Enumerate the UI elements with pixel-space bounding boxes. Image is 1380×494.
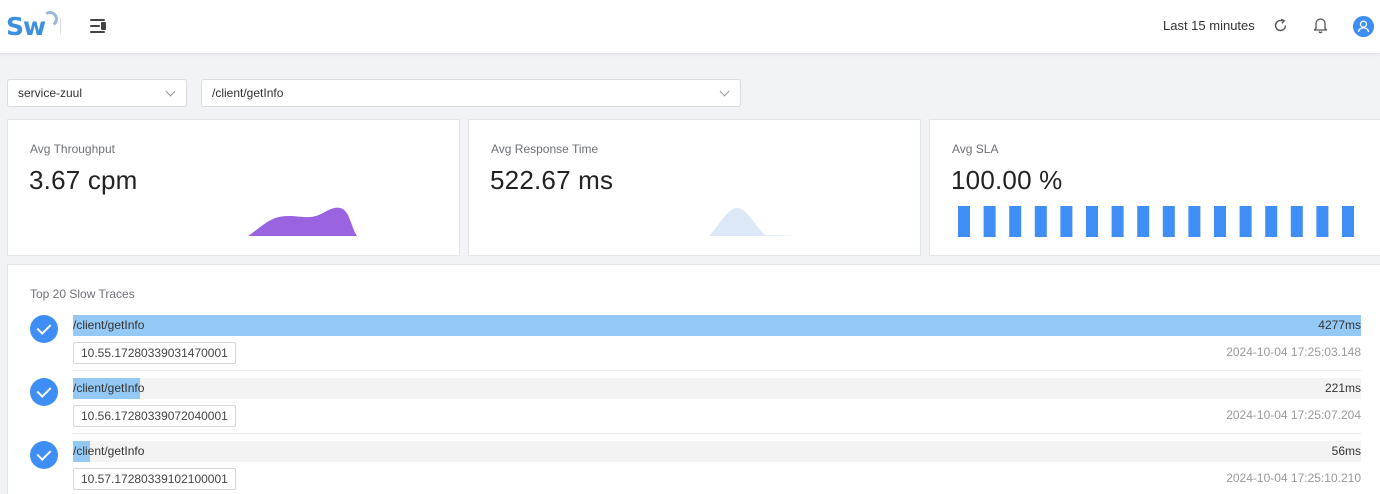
- logo[interactable]: Sw: [6, 9, 60, 43]
- trace-id-tag[interactable]: 10.56.17280339072040001: [73, 405, 236, 427]
- sla-bar: [1086, 206, 1098, 237]
- trace-duration: 56ms: [1331, 444, 1361, 458]
- chevron-down-icon: [719, 86, 730, 97]
- throughput-card: Avg Throughput 3.67 cpm: [7, 119, 460, 256]
- sla-bar: [958, 206, 970, 237]
- divider: [60, 18, 61, 34]
- menu-toggle-icon[interactable]: [87, 15, 109, 37]
- trace-endpoint: /client/getInfo: [73, 381, 145, 395]
- trace-duration: 4277ms: [1318, 318, 1361, 332]
- service-select-value: service-zuul: [18, 86, 83, 100]
- throughput-sparkline: [248, 207, 357, 236]
- slow-traces-panel: Top 20 Slow Traces /client/getInfo 4277m…: [7, 264, 1380, 494]
- trace-id-tag[interactable]: 10.55.17280339031470001: [73, 342, 236, 364]
- trace-bar[interactable]: /client/getInfo 56ms: [73, 441, 1361, 462]
- top-bar: Sw Last 15 minutes: [0, 0, 1380, 54]
- endpoint-select-value: /client/getInfo: [212, 86, 284, 100]
- trace-time: 2024-10-04 17:25:03.148: [1226, 345, 1361, 359]
- trace-endpoint: /client/getInfo: [73, 318, 145, 332]
- response-time-card: Avg Response Time 522.67 ms: [468, 119, 921, 256]
- check-icon[interactable]: [30, 315, 58, 343]
- chevron-down-icon: [165, 86, 176, 97]
- sla-bar: [1265, 206, 1278, 237]
- sla-bar: [1009, 206, 1022, 237]
- throughput-area: [248, 207, 357, 236]
- sla-bar-chart: [958, 206, 1354, 237]
- check-icon[interactable]: [30, 378, 58, 406]
- check-icon[interactable]: [30, 441, 58, 469]
- trace-row: /client/getInfo 221ms 10.56.172803390720…: [8, 378, 1380, 441]
- response-time-sparkline: [709, 208, 801, 236]
- trace-bar[interactable]: /client/getInfo 221ms: [73, 378, 1361, 399]
- response-time-area: [709, 208, 801, 236]
- endpoint-select[interactable]: /client/getInfo: [201, 79, 741, 107]
- trace-endpoint: /client/getInfo: [73, 444, 145, 458]
- sla-bar: [1162, 206, 1175, 237]
- trace-bar[interactable]: /client/getInfo 4277ms: [73, 315, 1361, 336]
- sla-bar: [1316, 206, 1329, 237]
- trace-duration: 221ms: [1324, 381, 1361, 395]
- slow-traces-title: Top 20 Slow Traces: [30, 287, 135, 301]
- time-range-selector[interactable]: Last 15 minutes: [1163, 18, 1255, 33]
- sla-bar: [1290, 206, 1303, 237]
- trace-row: /client/getInfo 56ms 10.57.1728033910210…: [8, 441, 1380, 494]
- logo-text: Sw: [6, 11, 46, 41]
- sla-bar: [1214, 206, 1226, 237]
- sla-bar: [1034, 206, 1047, 237]
- trace-time: 2024-10-04 17:25:10.210: [1226, 471, 1361, 485]
- sla-bar: [1342, 206, 1354, 237]
- sla-bar: [1137, 206, 1150, 237]
- trace-row: /client/getInfo 4277ms 10.55.17280339031…: [8, 315, 1380, 378]
- sla-bar: [1060, 206, 1073, 237]
- trace-bar-fill: [73, 315, 1361, 336]
- sla-card: Avg SLA 100.00 %: [929, 119, 1380, 256]
- sla-bar: [1239, 206, 1252, 237]
- trace-id-tag[interactable]: 10.57.17280339102100001: [73, 468, 236, 490]
- sla-bar: [983, 206, 996, 237]
- divider: [72, 370, 1361, 371]
- bell-icon[interactable]: [1312, 16, 1329, 34]
- user-icon[interactable]: [1353, 16, 1374, 37]
- divider: [72, 433, 1361, 434]
- service-select[interactable]: service-zuul: [7, 79, 187, 107]
- refresh-icon[interactable]: [1272, 17, 1289, 34]
- trace-time: 2024-10-04 17:25:07.204: [1226, 408, 1361, 422]
- sla-bar: [1111, 206, 1124, 237]
- sla-bar: [1188, 206, 1201, 237]
